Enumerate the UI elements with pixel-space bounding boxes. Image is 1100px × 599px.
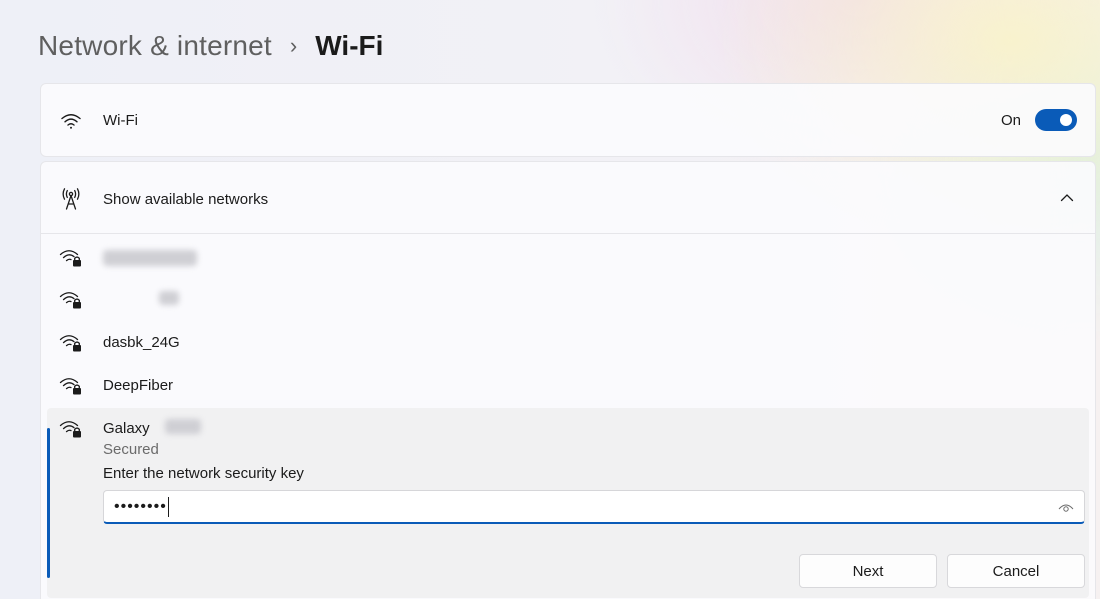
selected-network: Galaxy Secured Enter the network securit… bbox=[47, 408, 1089, 598]
wifi-toggle[interactable] bbox=[1035, 109, 1077, 131]
network-item[interactable] bbox=[41, 278, 1095, 321]
network-name: dasbk_24G bbox=[103, 334, 180, 351]
security-key-label: Enter the network security key bbox=[103, 465, 304, 482]
wifi-secured-icon bbox=[59, 374, 83, 398]
security-key-input[interactable]: •••••••• bbox=[103, 490, 1085, 524]
toggle-knob bbox=[1060, 114, 1072, 126]
network-name: DeepFiber bbox=[103, 377, 174, 394]
wifi-secured-icon bbox=[59, 246, 83, 270]
selection-indicator bbox=[47, 428, 50, 578]
security-key-value: •••••••• bbox=[114, 497, 167, 515]
breadcrumb: Network & internet › Wi-Fi bbox=[38, 26, 383, 66]
network-item[interactable]: DeepFiber bbox=[41, 364, 1095, 407]
cancel-button[interactable]: Cancel bbox=[947, 554, 1085, 588]
wifi-icon bbox=[59, 109, 83, 133]
breadcrumb-parent[interactable]: Network & internet bbox=[38, 30, 272, 62]
page-title: Wi-Fi bbox=[315, 30, 384, 61]
wifi-card: Wi-Fi On bbox=[40, 83, 1096, 157]
breadcrumb-separator: › bbox=[289, 33, 298, 58]
show-networks-label: Show available networks bbox=[103, 191, 269, 208]
network-item[interactable]: dasbk_24G bbox=[41, 321, 1095, 364]
networks-card: Show available networks dasbk_24G DeepFi… bbox=[40, 161, 1096, 599]
next-button[interactable]: Next bbox=[799, 554, 937, 588]
text-caret bbox=[167, 496, 169, 517]
wifi-toggle-group: On bbox=[1001, 109, 1077, 131]
network-status: Secured bbox=[103, 441, 159, 458]
selected-network-name: Galaxy bbox=[103, 420, 150, 437]
reveal-password-icon[interactable] bbox=[1058, 501, 1074, 513]
redacted-name bbox=[159, 291, 179, 305]
wifi-secured-icon bbox=[59, 331, 83, 355]
antenna-icon bbox=[59, 187, 83, 211]
redacted-name bbox=[103, 250, 197, 266]
network-item[interactable] bbox=[41, 236, 1095, 279]
wifi-secured-icon bbox=[59, 417, 83, 441]
redacted-name bbox=[165, 419, 201, 434]
show-networks-header[interactable]: Show available networks bbox=[41, 162, 1095, 234]
wifi-label: Wi-Fi bbox=[103, 112, 138, 129]
chevron-up-icon[interactable] bbox=[1057, 188, 1077, 208]
wifi-toggle-state: On bbox=[1000, 111, 1021, 129]
wifi-secured-icon bbox=[59, 288, 83, 312]
